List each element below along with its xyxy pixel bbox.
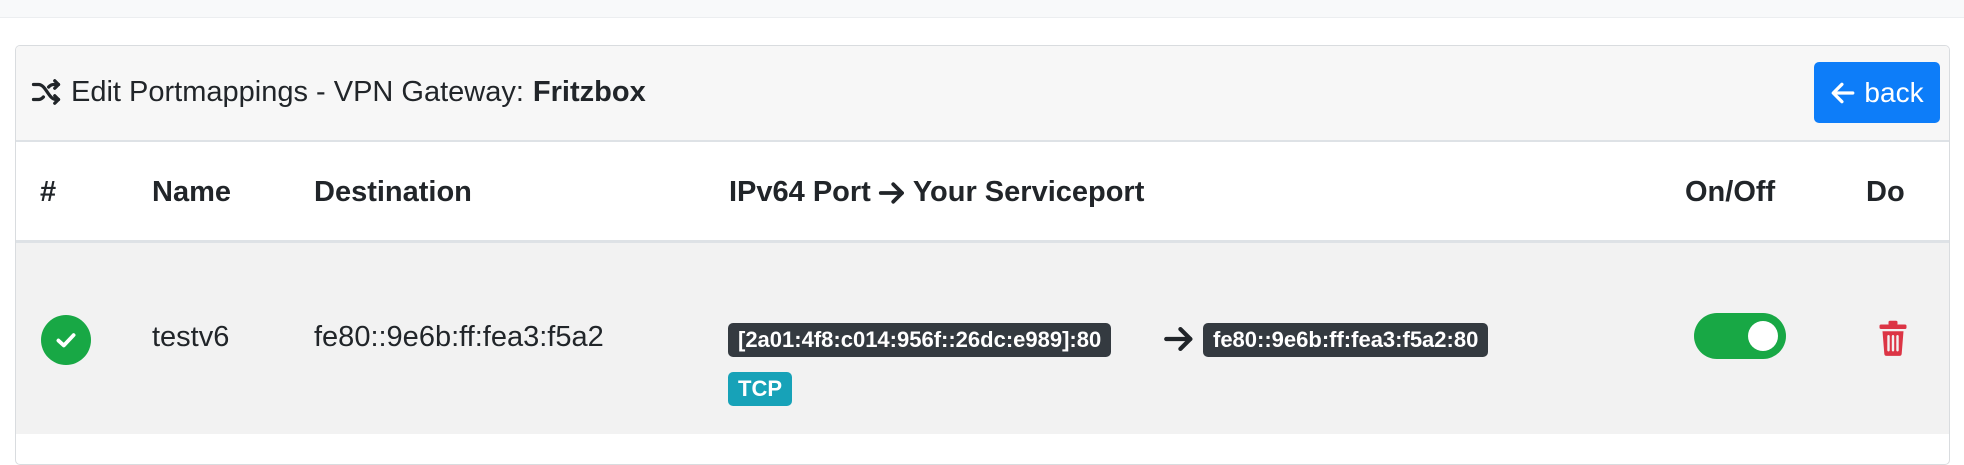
back-button[interactable]: back bbox=[1814, 62, 1940, 123]
portmappings-card: Edit Portmappings - VPN Gateway: Fritzbo… bbox=[15, 45, 1950, 465]
table-row: testv6 fe80::9e6b:ff:fea3:f5a2 [2a01:4f8… bbox=[16, 243, 1949, 434]
back-label: back bbox=[1864, 76, 1924, 108]
check-circle-icon bbox=[41, 315, 91, 365]
page-title: Edit Portmappings - VPN Gateway: Fritzbo… bbox=[31, 72, 646, 112]
row-destination: fe80::9e6b:ff:fea3:f5a2 bbox=[314, 321, 604, 353]
col-header-ports-right: Your Serviceport bbox=[912, 176, 1145, 208]
col-header-ports-left: IPv64 Port bbox=[729, 176, 871, 208]
col-header-onoff: On/Off bbox=[1685, 176, 1776, 208]
arrow-right-icon bbox=[878, 181, 904, 204]
top-strip bbox=[0, 0, 1964, 18]
enabled-toggle[interactable] bbox=[1694, 313, 1786, 359]
col-header-do: Do bbox=[1866, 176, 1905, 208]
gateway-name: Fritzbox bbox=[532, 75, 646, 108]
protocol-badge: TCP bbox=[728, 372, 792, 406]
trash-icon[interactable] bbox=[1878, 320, 1908, 356]
row-name: testv6 bbox=[152, 321, 230, 353]
ipv64-port-badge: [2a01:4f8:c014:956f::26dc:e989]:80 bbox=[728, 323, 1112, 357]
service-port-badge: fe80::9e6b:ff:fea3:f5a2:80 bbox=[1203, 323, 1489, 357]
arrow-right-icon bbox=[1164, 326, 1193, 352]
col-header-destination: Destination bbox=[314, 176, 472, 208]
col-header-index: # bbox=[40, 176, 57, 208]
col-header-name: Name bbox=[152, 176, 231, 208]
col-header-ports: IPv64 Port Your Serviceport bbox=[729, 176, 1144, 209]
card-header: Edit Portmappings - VPN Gateway: Fritzbo… bbox=[16, 46, 1949, 142]
title-prefix: Edit Portmappings - VPN Gateway: bbox=[71, 75, 524, 108]
toggle-knob bbox=[1748, 321, 1778, 351]
shuffle-icon bbox=[31, 79, 61, 105]
arrow-left-icon bbox=[1832, 82, 1855, 103]
